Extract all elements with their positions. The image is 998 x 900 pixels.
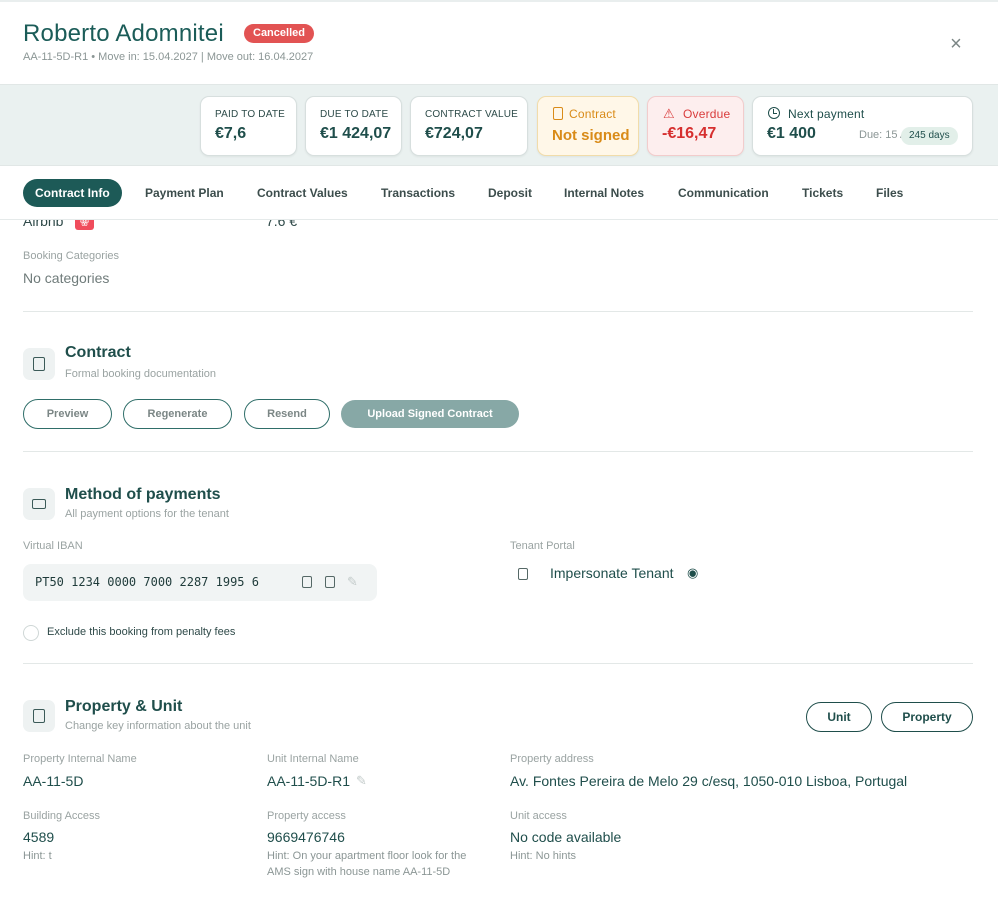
property-internal-name-value: AA-11-5D bbox=[23, 773, 84, 789]
copy-icon[interactable] bbox=[302, 576, 312, 588]
tab-transactions[interactable]: Transactions bbox=[381, 179, 455, 207]
booking-categories-value: No categories bbox=[23, 270, 110, 286]
paid-to-date-card: PAID TO DATE €7,6 bbox=[200, 96, 297, 156]
unit-access-hint: Hint: No hints bbox=[510, 850, 577, 862]
divider bbox=[23, 451, 973, 452]
contract-status-card: Contract Not signed bbox=[537, 96, 639, 156]
overdue-value: -€16,47 bbox=[662, 125, 717, 142]
contract-subtitle: Formal booking documentation bbox=[65, 368, 217, 380]
property-access-label: Property access bbox=[267, 810, 346, 822]
eye-icon[interactable]: ◉ bbox=[687, 565, 698, 581]
edit-unit-name-icon[interactable]: ✎ bbox=[356, 773, 367, 789]
property-address-label: Property address bbox=[510, 753, 594, 765]
tab-payment-plan[interactable]: Payment Plan bbox=[145, 179, 224, 207]
unit-internal-name-label: Unit Internal Name bbox=[267, 753, 359, 765]
property-subtitle: Change key information about the unit bbox=[65, 720, 251, 732]
next-payment-amount: €1 400 bbox=[767, 125, 816, 142]
tenant-portal-label: Tenant Portal bbox=[510, 540, 575, 552]
divider bbox=[23, 663, 973, 664]
close-icon[interactable]: × bbox=[946, 34, 966, 54]
building-access-hint: Hint: t bbox=[23, 850, 52, 862]
overdue-card: ⚠ Overdue -€16,47 bbox=[647, 96, 744, 156]
tab-tickets[interactable]: Tickets bbox=[802, 179, 843, 207]
unit-access-label: Unit access bbox=[510, 810, 567, 822]
due-to-date-label: DUE TO DATE bbox=[320, 109, 389, 120]
due-to-date-value: €1 424,07 bbox=[320, 125, 392, 142]
credit-card-icon bbox=[23, 488, 55, 520]
airbnb-icon: ꙮ bbox=[75, 220, 94, 230]
property-access-value: 9669476746 bbox=[267, 829, 345, 845]
penalty-exclude-label: Exclude this booking from penalty fees bbox=[47, 626, 236, 638]
copy-link-icon[interactable] bbox=[518, 568, 528, 580]
next-payment-label: Next payment bbox=[788, 107, 865, 121]
document-icon bbox=[553, 107, 563, 120]
days-badge: 245 days bbox=[901, 127, 958, 145]
tab-contract-values[interactable]: Contract Values bbox=[257, 179, 348, 207]
penalty-exclude-checkbox[interactable] bbox=[23, 625, 39, 641]
resend-button[interactable]: Resend bbox=[244, 399, 330, 429]
tenant-name: Roberto Adomnitei bbox=[23, 20, 224, 47]
clock-icon bbox=[768, 107, 780, 119]
tab-communication[interactable]: Communication bbox=[678, 179, 769, 207]
booking-subtitle: AA-11-5D-R1 • Move in: 15.04.2027 | Move… bbox=[23, 51, 314, 63]
impersonate-tenant-link[interactable]: Impersonate Tenant bbox=[550, 565, 674, 581]
regenerate-button[interactable]: Regenerate bbox=[123, 399, 232, 429]
next-payment-card: Next payment €1 400 Due: 15 Apr 245 days bbox=[752, 96, 973, 156]
stats-bar: PAID TO DATE €7,6 DUE TO DATE €1 424,07 … bbox=[0, 84, 998, 166]
booking-amount: 7.6 € bbox=[266, 220, 298, 229]
paid-to-date-label: PAID TO DATE bbox=[215, 109, 286, 120]
preview-button[interactable]: Preview bbox=[23, 399, 112, 429]
virtual-iban-box: PT50 1234 0000 7000 2287 1995 6 ✎ bbox=[23, 564, 377, 601]
contract-value-label: CONTRACT VALUE bbox=[425, 109, 519, 120]
contract-status-value: Not signed bbox=[552, 127, 630, 144]
warning-icon: ⚠ bbox=[663, 106, 675, 121]
property-address-value: Av. Fontes Pereira de Melo 29 c/esq, 105… bbox=[510, 773, 908, 789]
overdue-label: Overdue bbox=[683, 107, 731, 121]
unit-internal-name-value: AA-11-5D-R1 bbox=[267, 773, 350, 789]
contract-title: Contract bbox=[65, 344, 131, 361]
divider bbox=[23, 311, 973, 312]
unit-button[interactable]: Unit bbox=[806, 702, 872, 732]
status-badge: Cancelled bbox=[244, 24, 314, 43]
booking-categories-label: Booking Categories bbox=[23, 250, 120, 262]
virtual-iban-value: PT50 1234 0000 7000 2287 1995 6 bbox=[35, 575, 259, 589]
payments-title: Method of payments bbox=[65, 486, 221, 503]
edit-icon[interactable]: ✎ bbox=[347, 574, 358, 590]
building-icon bbox=[23, 700, 55, 732]
tab-internal-notes[interactable]: Internal Notes bbox=[564, 179, 644, 207]
tab-files[interactable]: Files bbox=[876, 179, 903, 207]
tab-bar: Contract Info Payment Plan Contract Valu… bbox=[0, 166, 998, 220]
paid-to-date-value: €7,6 bbox=[215, 125, 247, 142]
property-internal-name-label: Property Internal Name bbox=[23, 753, 137, 765]
contract-doc-icon bbox=[23, 348, 55, 380]
tab-deposit[interactable]: Deposit bbox=[488, 179, 532, 207]
property-title: Property & Unit bbox=[65, 698, 183, 715]
booking-header: Roberto Adomnitei Cancelled AA-11-5D-R1 … bbox=[0, 2, 998, 84]
building-access-value: 4589 bbox=[23, 829, 55, 845]
virtual-iban-label: Virtual IBAN bbox=[23, 540, 83, 552]
contract-value-card: CONTRACT VALUE €724,07 bbox=[410, 96, 528, 156]
contract-status-label: Contract bbox=[569, 107, 616, 121]
unit-access-value: No code available bbox=[510, 829, 622, 845]
contract-info-content: Airbnb ꙮ 7.6 € Booking Categories No cat… bbox=[0, 220, 998, 900]
tab-contract-info[interactable]: Contract Info bbox=[23, 179, 122, 207]
property-access-hint: Hint: On your apartment floor look for t… bbox=[267, 850, 467, 878]
upload-signed-contract-button[interactable]: Upload Signed Contract bbox=[341, 400, 519, 428]
download-icon[interactable] bbox=[325, 576, 335, 588]
booking-source: Airbnb bbox=[23, 220, 64, 229]
due-to-date-card: DUE TO DATE €1 424,07 bbox=[305, 96, 402, 156]
payments-subtitle: All payment options for the tenant bbox=[65, 508, 229, 520]
property-button[interactable]: Property bbox=[881, 702, 973, 732]
contract-value-amount: €724,07 bbox=[425, 125, 483, 142]
building-access-label: Building Access bbox=[23, 810, 101, 822]
